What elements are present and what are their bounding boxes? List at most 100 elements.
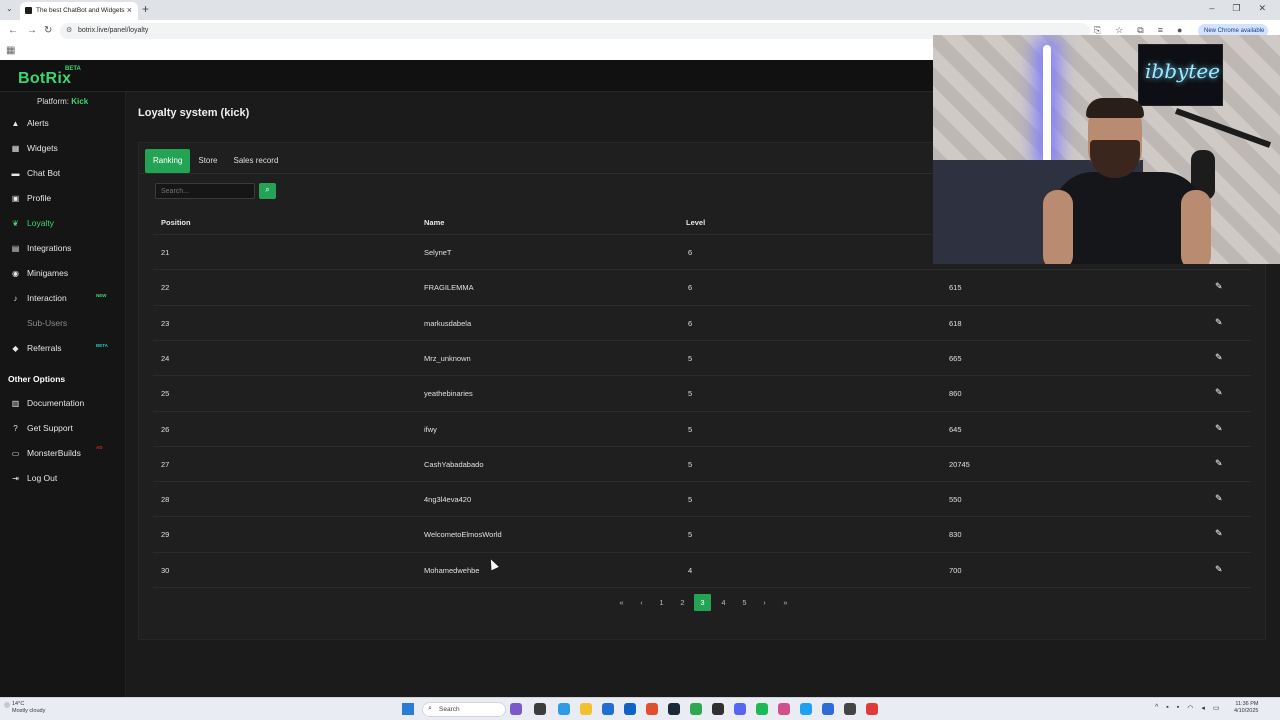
webcam-overlay: ibbytee (933, 35, 1280, 264)
edit-pencil-icon[interactable]: ✎ (1215, 281, 1223, 292)
edit-pencil-icon[interactable]: ✎ (1215, 493, 1223, 504)
sidebar-item-minigames[interactable]: ◉ Minigames (10, 268, 68, 278)
sidebar-item-sub-users[interactable]: Sub-Users (10, 318, 67, 328)
cell-name: ifwy (424, 424, 437, 434)
maximize-icon[interactable]: ❐ (1232, 3, 1240, 14)
sidebar-item-label: Log Out (27, 473, 58, 483)
sidebar-item-profile[interactable]: ▣ Profile (10, 193, 51, 203)
tray-chevron-icon[interactable]: ^ (1155, 704, 1158, 712)
cell-name: FRAGILEMMA (424, 283, 474, 293)
sidebar-item-referrals[interactable]: ◆ Referrals (10, 343, 61, 353)
edit-pencil-icon[interactable]: ✎ (1215, 317, 1223, 328)
first-page-button[interactable]: « (613, 594, 630, 611)
cell-points: 860 (949, 389, 962, 399)
edit-pencil-icon[interactable]: ✎ (1215, 528, 1223, 539)
edit-pencil-icon[interactable]: ✎ (1215, 458, 1223, 469)
plug-icon: ▤ (11, 244, 20, 253)
cell-points: 618 (949, 318, 962, 328)
search-input[interactable] (155, 183, 255, 199)
browser-tab[interactable]: The best ChatBot and Widgets × (20, 2, 138, 20)
column-header-position[interactable]: Position (161, 218, 191, 227)
sidebar-item-integrations[interactable]: ▤ Integrations (10, 243, 72, 253)
beta-tag: BETA (65, 66, 81, 72)
steam-app-icon[interactable] (668, 703, 680, 715)
search-button[interactable]: ⌕ (259, 183, 276, 199)
file-explorer-icon[interactable] (580, 703, 592, 715)
botrix-logo[interactable]: BotRix (18, 70, 71, 88)
neon-sign: ibbytee (1138, 44, 1223, 106)
edit-pencil-icon[interactable]: ✎ (1215, 387, 1223, 398)
reload-icon[interactable]: ↻ (44, 25, 52, 36)
discord-app-icon[interactable] (734, 703, 746, 715)
edit-pencil-icon[interactable]: ✎ (1215, 564, 1223, 575)
cell-position: 30 (161, 565, 170, 575)
cell-level: 5 (688, 459, 693, 469)
page-button-current[interactable]: 3 (694, 594, 711, 611)
app-icon[interactable] (844, 703, 856, 715)
table-row: 30 Mohamedwehbe 4 700 ✎ (153, 551, 1251, 587)
tab-sales-record[interactable]: Sales record (225, 149, 286, 173)
back-icon[interactable]: ← (8, 25, 18, 36)
tab-title: The best ChatBot and Widgets (36, 7, 125, 14)
prev-page-button[interactable]: ‹ (633, 594, 650, 611)
page-button[interactable]: 2 (674, 594, 691, 611)
cell-level: 5 (688, 495, 693, 505)
new-tab-icon[interactable]: + (142, 2, 149, 16)
sidebar-item-get-support[interactable]: ? Get Support (10, 423, 73, 433)
tab-store[interactable]: Store (190, 149, 225, 173)
brave-app-icon[interactable] (646, 703, 658, 715)
weather-widget[interactable]: 14°C Mostly cloudy (12, 701, 45, 715)
sidebar-item-documentation[interactable]: ▥ Documentation (10, 398, 84, 408)
battery-icon[interactable]: ▭ (1213, 704, 1220, 712)
column-header-name[interactable]: Name (424, 218, 444, 227)
sidebar-item-widgets[interactable]: ▦ Widgets (10, 143, 58, 153)
sidebar-item-interaction[interactable]: ♪ Interaction (10, 293, 67, 303)
tray-app-icon[interactable]: ▪ (1166, 704, 1168, 712)
sidebar-item-log-out[interactable]: ⇥ Log Out (10, 473, 57, 483)
sidebar-item-monsterbuilds[interactable]: ▭ MonsterBuilds (10, 448, 81, 458)
outlook-app-icon[interactable] (624, 703, 636, 715)
favicon-icon (25, 7, 32, 14)
sidebar-item-alerts[interactable]: ▲ Alerts (10, 118, 49, 128)
forward-icon[interactable]: → (27, 25, 37, 36)
edge-app-icon[interactable] (558, 703, 570, 715)
close-window-icon[interactable]: ✕ (1258, 3, 1266, 14)
platform-indicator[interactable]: Platform: Kick (37, 97, 88, 106)
app-icon[interactable] (778, 703, 790, 715)
terminal-app-icon[interactable] (534, 703, 546, 715)
mic-tray-icon[interactable]: ▪ (1177, 704, 1179, 712)
edit-pencil-icon[interactable]: ✎ (1215, 423, 1223, 434)
site-info-icon[interactable]: ⚙ (66, 26, 72, 34)
cell-points: 615 (949, 283, 962, 293)
browser-tab-bar: ⌄ The best ChatBot and Widgets × + – ❐ ✕ (0, 0, 1280, 20)
edit-pencil-icon[interactable]: ✎ (1215, 352, 1223, 363)
logout-icon: ⇥ (12, 474, 19, 483)
tab-search-icon[interactable]: ⌄ (6, 4, 13, 13)
taskbar-clock[interactable]: 11:36 PM 4/10/2025 (1234, 701, 1258, 715)
windows-start-icon[interactable] (402, 703, 414, 715)
copilot-app-icon[interactable] (510, 703, 522, 715)
page-button[interactable]: 5 (736, 594, 753, 611)
app-icon[interactable] (866, 703, 878, 715)
column-header-level[interactable]: Level (686, 218, 705, 227)
close-tab-icon[interactable]: × (127, 5, 132, 15)
app-icon[interactable] (822, 703, 834, 715)
volume-icon[interactable]: ◂ (1201, 704, 1205, 712)
obs-app-icon[interactable] (712, 703, 724, 715)
page-button[interactable]: 1 (653, 594, 670, 611)
store-app-icon[interactable] (602, 703, 614, 715)
sidebar-item-chat-bot[interactable]: ▬ Chat Bot (10, 168, 61, 178)
clock-time: 11:36 PM (1235, 701, 1259, 707)
chrome-app-icon[interactable] (690, 703, 702, 715)
tab-ranking[interactable]: Ranking (145, 149, 191, 173)
last-page-button[interactable]: » (777, 594, 794, 611)
next-page-button[interactable]: › (756, 594, 773, 611)
spotify-app-icon[interactable] (756, 703, 768, 715)
app-icon[interactable] (800, 703, 812, 715)
sidebar-item-loyalty[interactable]: ❦ Loyalty (10, 218, 54, 228)
minimize-icon[interactable]: – (1209, 3, 1214, 14)
apps-grid-icon[interactable]: ▦ (6, 45, 15, 56)
wifi-icon[interactable]: ◠ (1187, 704, 1193, 712)
page-button[interactable]: 4 (715, 594, 732, 611)
taskbar-search[interactable]: ⌕ Search (422, 702, 506, 717)
